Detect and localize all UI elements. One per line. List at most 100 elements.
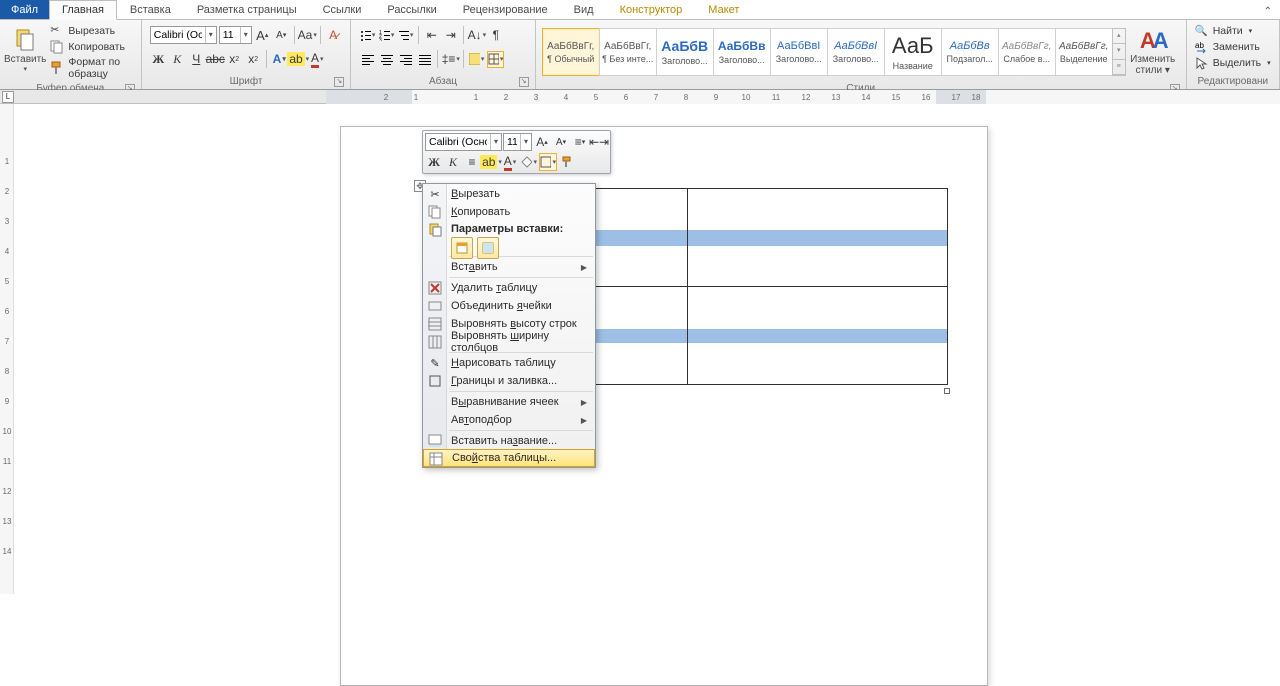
font-name-combo[interactable]: ▾ [150,26,217,44]
style-tile-9[interactable]: АаБбВвГг,Выделение [1055,28,1113,76]
clear-formatting-button[interactable]: A̷ [325,27,342,44]
cut-button[interactable]: ✂Вырезать [50,24,132,38]
ctx-copy[interactable]: Копировать [423,203,595,221]
ctx-autofit[interactable]: Автоподбор▶ [423,411,595,429]
borders-button[interactable] [487,51,504,68]
style-tile-4[interactable]: АаБбВвІЗаголово... [770,28,828,76]
mini-borders[interactable] [539,153,557,171]
bullets-button[interactable] [359,27,376,44]
show-marks-button[interactable]: ¶ [487,27,504,44]
mini-indent[interactable]: ⇤⇥ [590,133,608,151]
horizontal-ruler[interactable]: 21 123 456 789 101112 131415 161718 [326,90,1280,104]
svg-text:ab: ab [1195,41,1204,50]
superscript-button[interactable]: x2 [245,51,262,68]
group-styles: АаБбВвГг,¶ ОбычныйАаБбВвГг,¶ Без инте...… [536,20,1187,89]
tab-insert[interactable]: Вставка [117,0,184,19]
change-styles-button[interactable]: AAИзменить стили ▾ [1126,24,1180,80]
mini-shrink-font[interactable]: A▾ [552,133,570,151]
tab-review[interactable]: Рецензирование [450,0,561,19]
style-tile-0[interactable]: АаБбВвГг,¶ Обычный [542,28,600,76]
change-case-button[interactable]: Aa [299,27,316,44]
style-tile-1[interactable]: АаБбВвГг,¶ Без инте... [599,28,657,76]
scissors-icon: ✂ [427,186,443,202]
ctx-cell-alignment[interactable]: Выравнивание ячеек▶ [423,393,595,411]
ribbon-expand-icon[interactable]: ⌃ [1256,4,1280,19]
highlight-button[interactable]: ab [290,51,307,68]
italic-button[interactable]: К [169,51,186,68]
text-effects-button[interactable]: A [271,51,288,68]
align-left-button[interactable] [359,51,376,68]
mini-format-painter[interactable] [558,153,576,171]
mini-bold[interactable]: Ж [425,153,443,171]
paste-keep-formatting[interactable] [451,237,473,259]
underline-button[interactable]: Ч [188,51,205,68]
font-color-button[interactable]: A [309,51,326,68]
paste-merge-formatting[interactable] [477,237,499,259]
ctx-cut[interactable]: ✂Вырезать [423,185,595,203]
select-button[interactable]: Выделить▾ [1195,56,1271,70]
paragraph-launcher[interactable]: ↘ [519,77,529,87]
mini-italic[interactable]: К [444,153,462,171]
ctx-insert[interactable]: Вставить▶ [423,258,595,276]
mini-shading[interactable] [520,153,538,171]
shrink-font-button[interactable]: A▾ [273,27,290,44]
copy-icon [50,40,64,54]
ctx-draw-table[interactable]: ✎Нарисовать таблицу [423,354,595,372]
svg-text:15: 15 [892,93,901,102]
find-button[interactable]: 🔍Найти▾ [1195,24,1271,38]
align-justify-button[interactable] [416,51,433,68]
tab-mailings[interactable]: Рассылки [374,0,449,19]
ctx-distribute-cols[interactable]: Выровнять ширину столбцов [423,333,595,351]
line-spacing-button[interactable]: ‡≡ [442,51,459,68]
ctx-table-properties[interactable]: Свойства таблицы... [423,449,595,467]
numbering-button[interactable]: 123 [378,27,395,44]
style-tile-3[interactable]: АаБбВвЗаголово... [713,28,771,76]
multilevel-button[interactable] [397,27,414,44]
mini-font-combo[interactable]: ▾ [425,133,502,151]
ctx-delete-table[interactable]: Удалить таблицу [423,279,595,297]
strike-button[interactable]: abc [207,51,224,68]
style-tile-6[interactable]: АаБНазвание [884,28,942,76]
indent-increase-button[interactable]: ⇥ [442,27,459,44]
mini-center[interactable]: ≡ [463,153,481,171]
font-size-combo[interactable]: ▾ [219,26,252,44]
grow-font-button[interactable]: A▴ [254,27,271,44]
ctx-borders-shading[interactable]: Границы и заливка... [423,372,595,390]
tab-view[interactable]: Вид [561,0,607,19]
replace-button[interactable]: abЗаменить [1195,40,1271,54]
style-tile-5[interactable]: АаБбВвІЗаголово... [827,28,885,76]
indent-decrease-button[interactable]: ⇤ [423,27,440,44]
paste-button[interactable]: Вставить ▾ [4,22,46,78]
tab-page-layout[interactable]: Разметка страницы [184,0,310,19]
mini-highlight[interactable]: ab [482,153,500,171]
ctx-insert-caption[interactable]: Вставить название... [423,432,595,450]
tab-home[interactable]: Главная [49,0,117,20]
table-resize-handle[interactable] [944,388,950,394]
sort-button[interactable]: A↓ [468,27,485,44]
style-tile-2[interactable]: АаБбВЗаголово... [656,28,714,76]
mini-styles[interactable]: ≡▾ [571,133,589,151]
mini-size-combo[interactable]: ▾ [503,133,532,151]
tab-selector[interactable]: L [2,91,14,103]
font-launcher[interactable]: ↘ [334,77,344,87]
tab-table-design[interactable]: Конструктор [607,0,696,19]
mini-grow-font[interactable]: A▴ [533,133,551,151]
document-canvas[interactable]: ✥ ▾ ▾ A▴ A▾ ≡▾ ⇤⇥ Ж К ≡ ab A [14,104,1280,594]
align-center-button[interactable] [378,51,395,68]
style-tile-7[interactable]: АаБбВвПодзагол... [941,28,999,76]
bold-button[interactable]: Ж [150,51,167,68]
copy-button[interactable]: Копировать [50,40,132,54]
tab-file[interactable]: Файл [0,0,49,19]
tab-references[interactable]: Ссылки [310,0,375,19]
styles-scroller[interactable]: ▴▾≡ [1112,28,1126,76]
style-tile-8[interactable]: АаБбВвГг,Слабое в... [998,28,1056,76]
shading-button[interactable] [468,51,485,68]
subscript-button[interactable]: x2 [226,51,243,68]
align-right-button[interactable] [397,51,414,68]
vertical-ruler[interactable]: 1234567891011121314 [0,104,14,594]
ctx-merge-cells[interactable]: Объединить ячейки [423,297,595,315]
format-painter-button[interactable]: Формат по образцу [50,56,132,80]
svg-text:18: 18 [972,93,981,102]
mini-font-color[interactable]: A [501,153,519,171]
tab-table-layout[interactable]: Макет [695,0,752,19]
